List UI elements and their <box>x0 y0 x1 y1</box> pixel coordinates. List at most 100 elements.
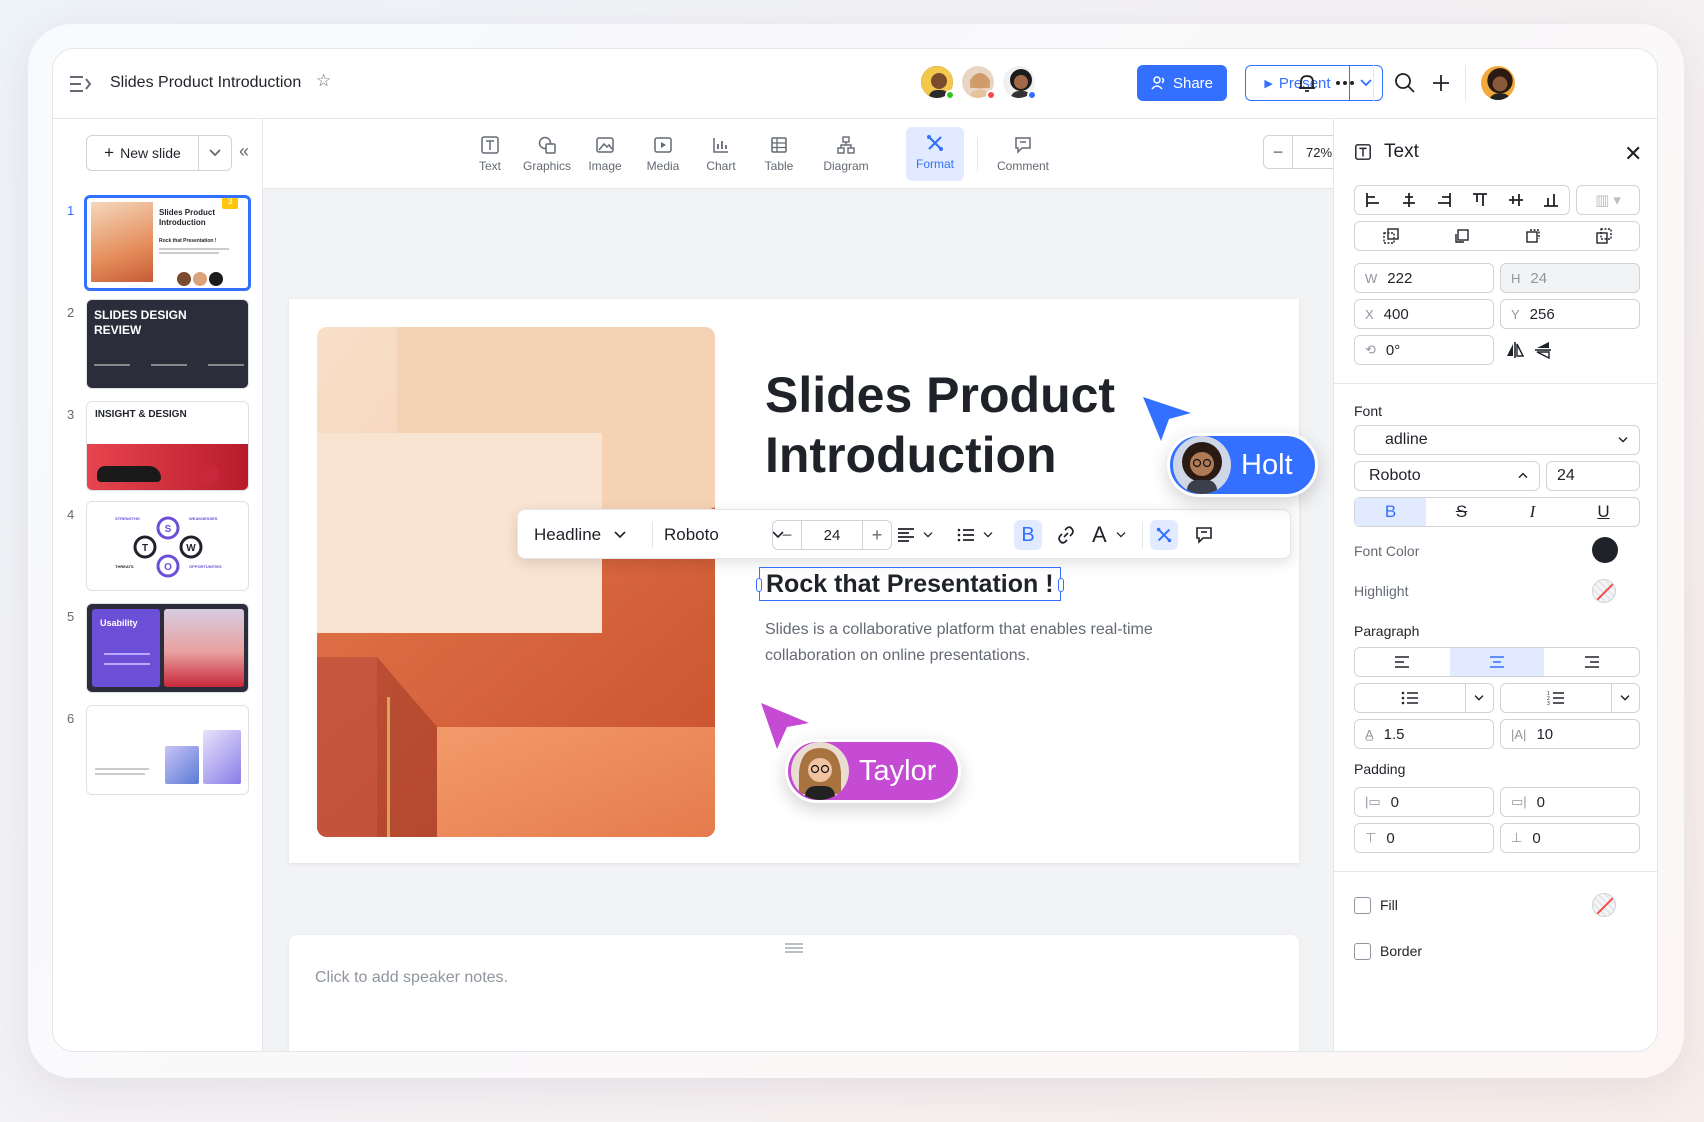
slide-title[interactable]: Slides Product Introduction <box>765 365 1205 485</box>
flip-horizontal-icon[interactable] <box>1506 341 1524 359</box>
slide-thumbnail-3[interactable]: INSIGHT & DESIGN <box>86 401 249 491</box>
resize-handle-right[interactable] <box>1057 578 1064 592</box>
border-checkbox[interactable] <box>1354 943 1371 960</box>
font-color-swatch[interactable] <box>1592 537 1618 563</box>
font-family-dropdown[interactable]: Roboto <box>664 510 785 560</box>
share-button[interactable]: Share <box>1137 65 1227 101</box>
swot-w: W <box>186 543 196 554</box>
zoom-out-button[interactable]: − <box>1264 136 1292 168</box>
format-brush-button[interactable] <box>1150 520 1178 550</box>
font-size-value[interactable]: 24 <box>801 521 863 549</box>
slide-subtitle[interactable]: Rock that Presentation ! <box>766 568 1054 600</box>
increase-size-button[interactable]: + <box>863 521 891 549</box>
align-dropdown[interactable] <box>896 510 934 560</box>
line-spacing-field[interactable]: A̲ 1.5 <box>1354 719 1494 749</box>
menu-icon[interactable] <box>69 73 93 95</box>
align-left-icon[interactable] <box>1355 648 1450 676</box>
bold-button[interactable]: B <box>1014 520 1042 550</box>
underline-button[interactable]: U <box>1568 498 1639 526</box>
new-slide-button[interactable]: + New slide <box>87 136 199 170</box>
tool-chart[interactable]: Chart <box>692 129 750 175</box>
bring-forward-icon[interactable] <box>1426 222 1497 250</box>
tool-text[interactable]: Text <box>461 129 519 175</box>
fill-swatch[interactable] <box>1592 893 1616 917</box>
resize-grip-icon[interactable] <box>785 943 803 953</box>
resize-handle-left[interactable] <box>756 578 762 592</box>
document-title[interactable]: Slides Product Introduction <box>110 74 301 92</box>
slide-thumbnail-4[interactable]: S T W O STRENGTHS WEAKNESSES THREATS OPP… <box>86 501 249 591</box>
padding-left-field[interactable]: |▭ 0 <box>1354 787 1494 817</box>
chevron-down-icon <box>1618 437 1628 443</box>
numbered-list-dropdown[interactable]: 123 <box>1500 683 1640 713</box>
strikethrough-button[interactable]: S <box>1426 498 1497 526</box>
decrease-size-button[interactable]: − <box>773 521 801 549</box>
highlight-swatch[interactable] <box>1592 579 1616 603</box>
tool-table[interactable]: Table <box>750 129 808 175</box>
collapse-sidebar-icon[interactable]: « <box>239 141 249 162</box>
text-color-dropdown[interactable]: A <box>1092 510 1127 560</box>
padding-right-field[interactable]: ▭| 0 <box>1500 787 1640 817</box>
new-slide-dropdown[interactable] <box>199 148 231 158</box>
y-field[interactable]: Y 256 <box>1500 299 1640 329</box>
close-icon[interactable]: ✕ <box>1624 141 1642 167</box>
align-left-icon[interactable] <box>1355 186 1391 214</box>
plus-icon[interactable] <box>1429 71 1453 95</box>
search-icon[interactable] <box>1393 71 1417 95</box>
comment-button[interactable] <box>1190 510 1218 560</box>
align-right-icon[interactable] <box>1426 186 1462 214</box>
align-middle-icon[interactable] <box>1498 186 1534 214</box>
padding-top-field[interactable]: ⊤ 0 <box>1354 823 1494 853</box>
tool-graphics[interactable]: Graphics <box>518 129 576 175</box>
font-style-select[interactable]: adline <box>1354 425 1640 455</box>
chevron-down-icon <box>1464 684 1493 712</box>
bold-button[interactable]: B <box>1355 498 1426 526</box>
font-size-input[interactable]: 24 <box>1546 461 1640 491</box>
italic-button[interactable]: I <box>1497 498 1568 526</box>
send-to-back-icon[interactable] <box>1568 222 1639 250</box>
send-backward-icon[interactable] <box>1497 222 1568 250</box>
swot-s: S <box>165 524 172 535</box>
speaker-notes[interactable]: Click to add speaker notes. <box>289 935 1299 1051</box>
fill-checkbox[interactable] <box>1354 897 1371 914</box>
bullet-list-dropdown[interactable] <box>1354 683 1494 713</box>
chevron-up-icon <box>1518 472 1528 479</box>
tool-media[interactable]: Media <box>634 129 692 175</box>
tool-diagram[interactable]: Diagram <box>813 129 879 175</box>
align-bottom-icon[interactable] <box>1533 186 1569 214</box>
align-center-icon[interactable] <box>1449 648 1545 676</box>
height-value: 24 <box>1530 269 1548 287</box>
bell-icon[interactable] <box>1295 71 1319 95</box>
flip-vertical-icon[interactable] <box>1534 341 1552 359</box>
link-button[interactable] <box>1052 510 1080 560</box>
tool-image[interactable]: Image <box>576 129 634 175</box>
tool-comment[interactable]: Comment <box>989 129 1057 175</box>
user-avatar[interactable] <box>1479 64 1517 102</box>
bring-to-front-icon[interactable] <box>1355 222 1426 250</box>
header: Slides Product Introduction ☆ Share ▶ Pr… <box>53 49 1657 119</box>
slide-thumbnail-6[interactable] <box>86 705 249 795</box>
width-field[interactable]: W 222 <box>1354 263 1494 293</box>
slide-thumbnail-1[interactable]: Slides Product Introduction Rock that Pr… <box>84 195 251 291</box>
rotation-field[interactable]: ⟲ 0° <box>1354 335 1494 365</box>
tool-format[interactable]: Format <box>906 127 964 181</box>
list-dropdown[interactable] <box>956 510 994 560</box>
slide-image[interactable] <box>317 327 715 837</box>
selected-text-box[interactable]: Rock that Presentation ! <box>756 567 1064 601</box>
align-right-icon[interactable] <box>1544 648 1639 676</box>
font-family-select[interactable]: Roboto <box>1354 461 1540 491</box>
padding-bottom-field[interactable]: ⊥ 0 <box>1500 823 1640 853</box>
text-style-dropdown[interactable]: Headline <box>534 510 627 560</box>
text-style-value: Headline <box>534 525 602 544</box>
align-top-icon[interactable] <box>1462 186 1498 214</box>
star-icon[interactable]: ☆ <box>316 71 331 91</box>
slide-thumbnail-2[interactable]: SLIDES DESIGN REVIEW <box>86 299 249 389</box>
slide-thumbnail-5[interactable]: Usability <box>86 603 249 693</box>
align-center-h-icon[interactable] <box>1391 186 1427 214</box>
online-status-dot <box>986 90 996 100</box>
more-icon[interactable] <box>1333 71 1357 95</box>
letter-spacing-field[interactable]: |A| 10 <box>1500 719 1640 749</box>
image-icon <box>596 137 614 153</box>
distribute-dropdown[interactable]: ▥ ▾ <box>1576 185 1640 215</box>
x-field[interactable]: X 400 <box>1354 299 1494 329</box>
slide-body-text[interactable]: Slides is a collaborative platform that … <box>765 617 1225 669</box>
